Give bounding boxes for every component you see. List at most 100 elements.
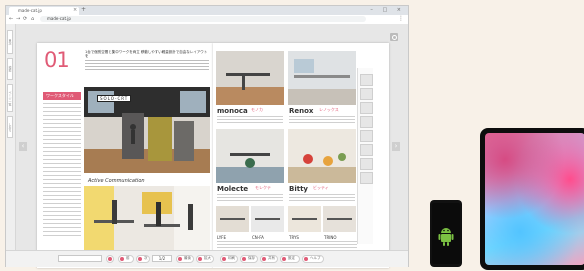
molecte-spec bbox=[217, 194, 283, 202]
prev-label: 前 bbox=[126, 256, 130, 260]
monoca-spec bbox=[217, 116, 283, 125]
url-input[interactable]: made-cat.jp bbox=[40, 16, 366, 22]
menu-icon[interactable]: ⋮ bbox=[398, 15, 404, 22]
share-icon bbox=[262, 257, 266, 261]
gear-icon bbox=[282, 257, 286, 261]
thumbnail[interactable] bbox=[360, 88, 373, 100]
save-label: 保存 bbox=[248, 256, 255, 260]
zoom-button[interactable]: 拡大 bbox=[196, 255, 214, 263]
android-icon bbox=[438, 228, 454, 246]
next-page-button[interactable]: › bbox=[392, 142, 400, 151]
product-label: SOLO-CRT bbox=[97, 95, 132, 102]
tab-close-icon[interactable]: × bbox=[73, 7, 77, 13]
last-label: 最後 bbox=[184, 256, 191, 260]
brand-cnfa: CN-FA bbox=[252, 235, 264, 240]
next-label: 次 bbox=[144, 256, 148, 260]
save-icon bbox=[242, 257, 246, 261]
zoom-label: 拡大 bbox=[204, 256, 211, 260]
thumbnail[interactable] bbox=[360, 116, 373, 128]
android-phone bbox=[430, 200, 462, 267]
last-page-button[interactable]: 最後 bbox=[176, 255, 194, 263]
share-label: 共有 bbox=[268, 256, 275, 260]
renox-spec bbox=[289, 116, 355, 125]
url-text: made-cat.jp bbox=[47, 16, 71, 21]
brand-trino: TRINO bbox=[324, 235, 337, 240]
tab-title: made-cat.jp bbox=[18, 8, 42, 13]
search-input[interactable] bbox=[58, 255, 102, 262]
section-label: ワークスタイル bbox=[43, 92, 81, 100]
brand-monoca: monoca bbox=[217, 107, 248, 115]
prev-page-button[interactable]: ‹ bbox=[19, 142, 27, 151]
cnfa-photo bbox=[251, 206, 284, 232]
brand-lyfe: LYFE bbox=[217, 235, 226, 240]
brand-renox: Renox bbox=[289, 107, 314, 115]
share-button[interactable]: 共有 bbox=[260, 255, 278, 263]
browser-tab[interactable]: made-cat.jp × bbox=[9, 7, 79, 15]
spec-text-column bbox=[43, 103, 81, 239]
page-number-input[interactable]: 1/2 bbox=[152, 255, 172, 262]
new-tab-button[interactable]: + bbox=[81, 6, 86, 13]
brand-molecte-sub: モレクテ bbox=[255, 185, 271, 190]
next-button[interactable]: 次 bbox=[136, 255, 150, 263]
tab-bar: made-cat.jp × + – □ × bbox=[6, 6, 408, 15]
monoca-photo bbox=[216, 51, 284, 105]
body-text-block bbox=[85, 60, 209, 72]
zoom-in-icon bbox=[198, 257, 202, 261]
brand-renox-sub: レノックス bbox=[319, 107, 339, 112]
print-button[interactable]: 印刷 bbox=[220, 255, 238, 263]
active-communication-title: Active Communication bbox=[88, 178, 145, 184]
lyfe-photo bbox=[216, 206, 249, 232]
bitty-spec bbox=[289, 194, 355, 202]
tablet-device bbox=[480, 128, 584, 270]
search-button[interactable] bbox=[106, 255, 114, 263]
viewer-toolbar: 前 次 1/2 最後 拡大 印刷 保存 共有 設定 ヘルプ bbox=[6, 250, 408, 267]
print-icon bbox=[222, 257, 226, 261]
settings-button[interactable]: 設定 bbox=[280, 255, 300, 263]
search-icon bbox=[108, 257, 112, 261]
last-icon bbox=[178, 257, 182, 261]
thumbnail[interactable] bbox=[360, 102, 373, 114]
help-label: ヘルプ bbox=[310, 256, 321, 260]
help-button[interactable]: ヘルプ bbox=[302, 255, 324, 263]
trys-photo bbox=[288, 206, 321, 232]
thumbnail[interactable] bbox=[360, 130, 373, 142]
thumbnail[interactable] bbox=[360, 74, 373, 86]
trino-photo bbox=[323, 206, 356, 232]
page-headline: 1台で個別空間と集中ワークを両立 移動しやすい軽量設計で自由なレイアウトを bbox=[85, 50, 208, 58]
page-number: 01 bbox=[44, 48, 70, 72]
molecte-photo bbox=[216, 129, 284, 183]
left-tab-bookmarks[interactable]: しおり bbox=[7, 116, 13, 138]
brand-bitty-sub: ビッティ bbox=[313, 185, 329, 190]
help-icon bbox=[304, 257, 308, 261]
thumbnail[interactable] bbox=[360, 172, 373, 184]
catalog-viewer: 目次 検索 ページ一覧 しおり ‹ › 01 1台で個別空間と集中ワークを両立 … bbox=[6, 24, 408, 268]
browser-window: made-cat.jp × + – □ × ← → ⟳ ⌂ made-cat.j… bbox=[5, 5, 409, 268]
prev-button[interactable]: 前 bbox=[118, 255, 134, 263]
thumbnail[interactable] bbox=[360, 158, 373, 170]
back-icon[interactable]: ← bbox=[9, 16, 13, 22]
prev-icon bbox=[120, 257, 124, 261]
settings-label: 設定 bbox=[288, 256, 295, 260]
window-controls[interactable]: – □ × bbox=[370, 7, 405, 13]
thumbnail[interactable] bbox=[360, 144, 373, 156]
left-tab-rail: 目次 検索 ページ一覧 しおり bbox=[6, 24, 16, 250]
brand-monoca-sub: モノカ bbox=[251, 107, 263, 112]
section-label-text: ワークスタイル bbox=[46, 93, 74, 98]
left-tab-contents[interactable]: 目次 bbox=[7, 30, 13, 54]
brand-bitty: Bitty bbox=[289, 185, 308, 193]
bitty-photo bbox=[288, 129, 356, 183]
forward-icon[interactable]: → bbox=[16, 16, 20, 22]
zoom-icon[interactable] bbox=[390, 33, 398, 41]
left-tab-pages[interactable]: ページ一覧 bbox=[7, 84, 13, 112]
active-communication-photo bbox=[84, 186, 210, 256]
save-button[interactable]: 保存 bbox=[240, 255, 258, 263]
left-tab-search[interactable]: 検索 bbox=[7, 58, 13, 80]
catalog-left-page[interactable]: 01 1台で個別空間と集中ワークを両立 移動しやすい軽量設計で自由なレイアウトを… bbox=[37, 43, 213, 268]
thumbnail-strip bbox=[357, 68, 373, 244]
next-icon bbox=[138, 257, 142, 261]
brand-molecte: Molecte bbox=[217, 185, 249, 193]
home-icon[interactable]: ⌂ bbox=[31, 16, 34, 22]
tablet-screen bbox=[485, 133, 584, 265]
reload-icon[interactable]: ⟳ bbox=[23, 16, 27, 22]
brand-trys: TRYS bbox=[289, 235, 299, 240]
